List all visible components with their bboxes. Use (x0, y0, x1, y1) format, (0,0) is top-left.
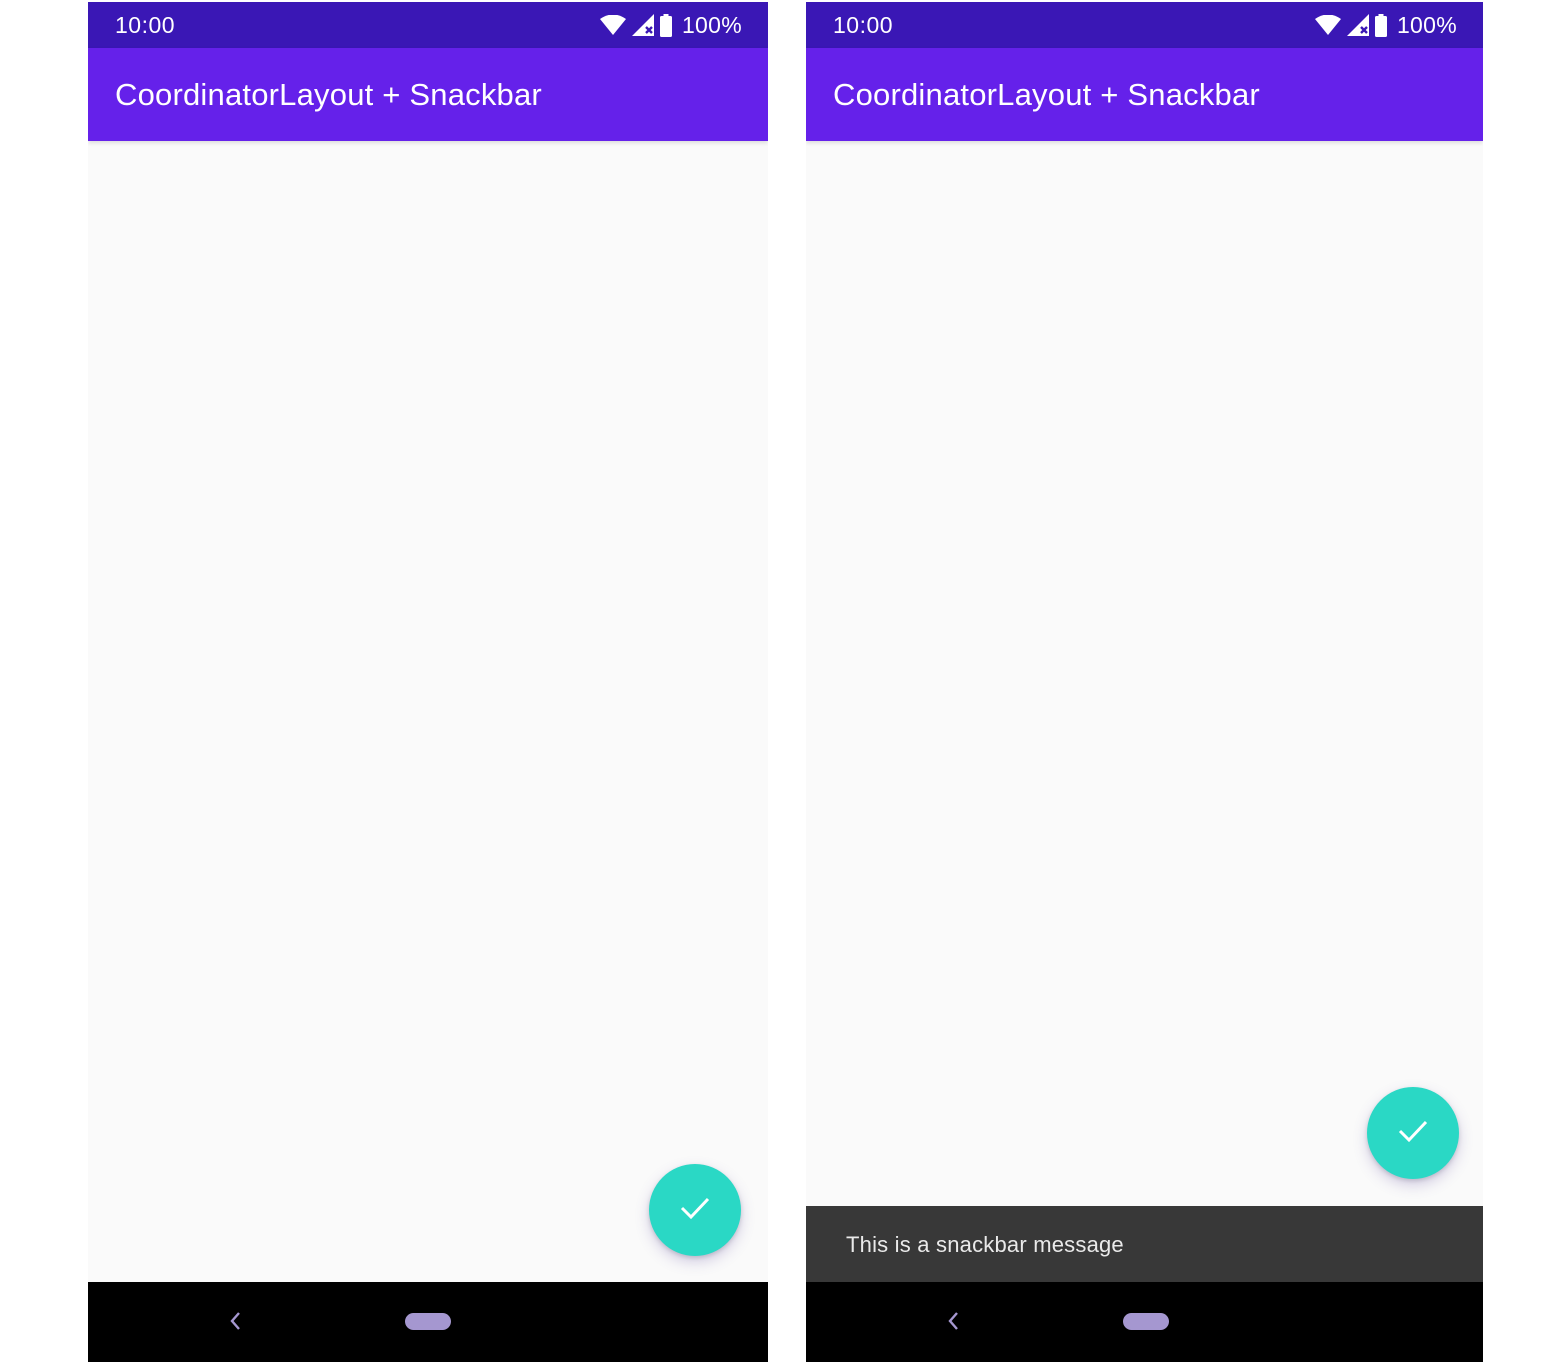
check-icon (679, 1196, 711, 1225)
back-icon[interactable] (228, 1310, 242, 1337)
floating-action-button[interactable] (1367, 1087, 1459, 1179)
status-icons: 100% (599, 11, 742, 38)
home-pill[interactable] (405, 1313, 451, 1330)
battery-icon (659, 13, 672, 37)
status-icons: 100% (1314, 11, 1457, 38)
app-bar: CoordinatorLayout + Snackbar (88, 48, 768, 141)
status-bar: 10:00 100% (88, 2, 768, 48)
app-title: CoordinatorLayout + Snackbar (833, 77, 1260, 112)
status-time: 10:00 (115, 12, 176, 38)
signal-icon (1346, 14, 1369, 36)
wifi-icon (599, 15, 626, 35)
battery-percentage: 100% (1396, 11, 1457, 38)
content-area (88, 141, 768, 1282)
floating-action-button[interactable] (649, 1164, 741, 1256)
wifi-icon (1314, 15, 1341, 35)
snackbar: This is a snackbar message (806, 1206, 1483, 1282)
battery-icon (1374, 13, 1387, 37)
navigation-bar (88, 1282, 768, 1362)
status-time: 10:00 (833, 12, 894, 38)
home-pill[interactable] (1123, 1313, 1169, 1330)
check-icon (1397, 1119, 1429, 1148)
app-bar: CoordinatorLayout + Snackbar (806, 48, 1483, 141)
signal-icon (631, 14, 654, 36)
phone-screen-after: 10:00 100% CoordinatorLayout + Snackbar … (806, 2, 1483, 1362)
navigation-bar (806, 1282, 1483, 1362)
app-title: CoordinatorLayout + Snackbar (115, 77, 542, 112)
status-bar: 10:00 100% (806, 2, 1483, 48)
battery-percentage: 100% (681, 11, 742, 38)
back-icon[interactable] (946, 1310, 960, 1337)
snackbar-message: This is a snackbar message (846, 1232, 1124, 1257)
phone-screen-before: 10:00 100% CoordinatorLayout + Snackbar (88, 2, 768, 1362)
